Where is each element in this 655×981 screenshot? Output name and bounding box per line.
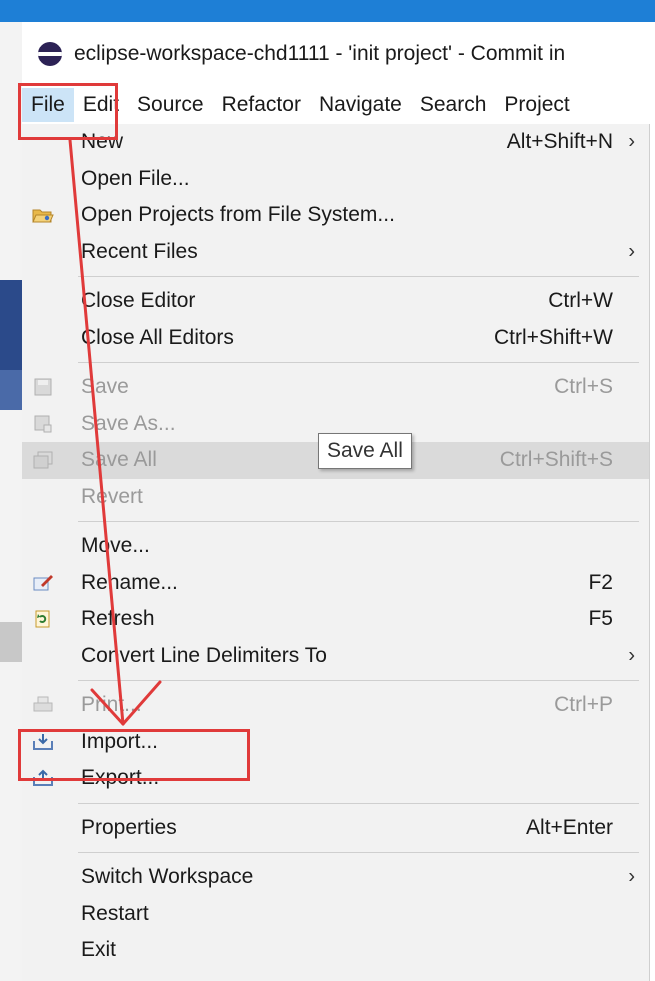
menu-refactor[interactable]: Refactor	[213, 88, 310, 122]
menu-item-open-file[interactable]: Open File...	[22, 161, 649, 198]
menu-item-save[interactable]: Save Ctrl+S	[22, 369, 649, 406]
menu-item-shortcut: F5	[588, 607, 613, 631]
background-edge-block	[0, 622, 22, 662]
submenu-arrow-icon: ›	[628, 130, 635, 153]
menu-separator	[78, 362, 639, 363]
menu-item-revert[interactable]: Revert	[22, 479, 649, 516]
menu-item-move[interactable]: Move...	[22, 528, 649, 565]
menu-item-shortcut: Ctrl+W	[548, 289, 613, 313]
title-bar: eclipse-workspace-chd1111 - 'init projec…	[22, 22, 655, 86]
menu-search[interactable]: Search	[411, 88, 496, 122]
submenu-arrow-icon: ›	[628, 240, 635, 263]
menu-item-properties[interactable]: Properties Alt+Enter	[22, 810, 649, 847]
menu-item-shortcut: F2	[588, 570, 613, 594]
desktop-top-strip	[0, 0, 655, 22]
menu-item-label: Close Editor	[81, 289, 196, 313]
file-menu-dropdown: New Alt+Shift+N › Open File... Open Proj…	[22, 124, 650, 981]
background-edge-block	[0, 280, 22, 370]
menu-item-label: Open File...	[81, 166, 190, 190]
menu-separator	[78, 802, 639, 804]
menu-item-shortcut: Alt+Enter	[526, 815, 613, 839]
menu-item-label: Save	[81, 375, 129, 399]
menu-item-label: Exit	[81, 938, 117, 962]
menu-item-shortcut: Ctrl+Shift+S	[499, 448, 613, 472]
background-edge-block	[0, 370, 22, 410]
save-icon	[34, 378, 52, 396]
annotation-box-file-menu	[18, 83, 118, 140]
menu-item-recent-files[interactable]: Recent Files ›	[22, 234, 649, 271]
menu-item-label: Close All Editors	[81, 325, 234, 349]
menu-item-refresh[interactable]: Refresh F5	[22, 601, 649, 638]
menu-item-rename[interactable]: Rename... F2	[22, 565, 649, 602]
menu-item-label: Move...	[81, 534, 150, 558]
background-window-edge	[0, 22, 23, 981]
menu-item-label: Switch Workspace	[81, 865, 254, 889]
save-as-icon	[34, 415, 52, 432]
menu-item-close-editor[interactable]: Close Editor Ctrl+W	[22, 283, 649, 320]
menu-item-label: Open Projects from File System...	[81, 203, 395, 227]
menu-item-label: Save As...	[81, 411, 176, 435]
menu-separator	[78, 852, 639, 853]
menu-item-label: Rename...	[81, 570, 178, 594]
window-title: eclipse-workspace-chd1111 - 'init projec…	[74, 42, 566, 65]
tooltip-save-all: Save All	[318, 433, 412, 469]
menu-item-label: Revert	[81, 484, 143, 508]
eclipse-logo-icon	[38, 42, 62, 66]
menu-item-restart[interactable]: Restart	[22, 896, 649, 933]
menu-item-shortcut: Alt+Shift+N	[506, 130, 613, 154]
menu-item-label: Refresh	[81, 607, 155, 631]
menu-item-label: Restart	[81, 901, 149, 925]
rename-icon	[33, 574, 53, 590]
eclipse-window: eclipse-workspace-chd1111 - 'init projec…	[22, 22, 655, 981]
menu-item-shortcut: Ctrl+Shift+W	[493, 325, 613, 349]
menu-source[interactable]: Source	[128, 88, 213, 122]
menu-item-label: Print...	[81, 693, 142, 717]
menu-item-close-all-editors[interactable]: Close All Editors Ctrl+Shift+W	[22, 320, 649, 357]
save-all-icon	[33, 451, 53, 469]
menu-item-convert-line-delimiters[interactable]: Convert Line Delimiters To ›	[22, 638, 649, 675]
menu-separator	[78, 521, 639, 522]
menu-item-open-projects[interactable]: Open Projects from File System...	[22, 197, 649, 234]
menu-item-exit[interactable]: Exit	[22, 932, 649, 969]
menu-item-print[interactable]: Print... Ctrl+P	[22, 687, 649, 724]
folder-icon	[32, 209, 54, 223]
menu-item-label: Properties	[81, 815, 177, 839]
menu-project[interactable]: Project	[495, 88, 578, 122]
menu-separator	[78, 680, 639, 681]
submenu-arrow-icon: ›	[628, 865, 635, 888]
menu-item-shortcut: Ctrl+S	[554, 375, 613, 399]
annotation-box-import	[18, 729, 250, 781]
menu-navigate[interactable]: Navigate	[310, 88, 411, 122]
menu-item-switch-workspace[interactable]: Switch Workspace ›	[22, 859, 649, 896]
menu-separator	[78, 276, 639, 277]
print-icon	[33, 696, 53, 712]
menu-item-label: Save All	[81, 448, 157, 472]
menu-item-shortcut: Ctrl+P	[554, 693, 613, 717]
menu-item-label: Recent Files	[81, 239, 198, 263]
menu-item-label: Convert Line Delimiters To	[81, 643, 327, 667]
refresh-icon	[35, 610, 50, 628]
submenu-arrow-icon: ›	[628, 644, 635, 667]
